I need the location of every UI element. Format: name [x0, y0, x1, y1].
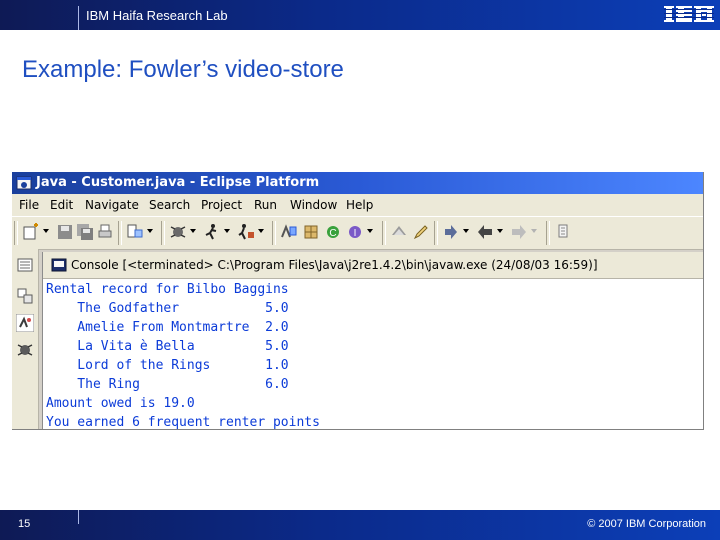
menu-navigate[interactable]: Navigate [85, 198, 139, 212]
copyright: © 2007 IBM Corporation [587, 518, 706, 530]
console-line: The Ring 6.0 [46, 377, 289, 392]
toolbar-separator [161, 221, 165, 245]
chevron-down-icon[interactable] [462, 227, 470, 235]
page-number: 15 [18, 518, 31, 530]
chevron-down-icon[interactable] [496, 227, 504, 235]
svg-text:I: I [354, 228, 357, 239]
menu-file[interactable]: File [19, 198, 39, 212]
menu-search[interactable]: Search [149, 198, 190, 212]
chevron-down-icon[interactable] [530, 227, 538, 235]
console-title: Console [<terminated> C:\Program Files\J… [71, 258, 598, 272]
new-wizard-icon[interactable] [22, 223, 40, 241]
toolbar-separator [546, 221, 550, 245]
toolbar-separator [118, 221, 122, 245]
window-title: Java - Customer.java - Eclipse Platform [36, 175, 320, 190]
chevron-down-icon[interactable] [189, 227, 197, 235]
external-tools-icon[interactable] [237, 223, 255, 241]
new-class-icon[interactable]: C [324, 223, 342, 241]
forward-arrow-icon[interactable] [510, 223, 528, 241]
svg-text:C: C [329, 228, 336, 239]
eclipse-window: Java - Customer.java - Eclipse Platform … [12, 172, 704, 430]
console-line: The Godfather 5.0 [46, 301, 289, 316]
print-icon[interactable] [96, 223, 114, 241]
header-divider [78, 6, 79, 30]
menu-edit[interactable]: Edit [50, 198, 73, 212]
left-toolbar [12, 249, 39, 429]
toolbar: C I [12, 216, 703, 250]
console-line: Rental record for Bilbo Baggins [46, 282, 289, 297]
hierarchy-icon[interactable] [16, 287, 34, 305]
run-icon[interactable] [203, 223, 221, 241]
chevron-down-icon[interactable] [257, 227, 265, 235]
next-annotation-icon[interactable] [442, 223, 460, 241]
pin-icon[interactable] [554, 223, 572, 241]
ibm-logo [664, 6, 714, 22]
chevron-down-icon[interactable] [42, 227, 50, 235]
chevron-down-icon[interactable] [366, 227, 374, 235]
slide-footer: 15 © 2007 IBM Corporation [0, 510, 720, 540]
save-all-icon[interactable] [76, 223, 94, 241]
save-icon[interactable] [56, 223, 74, 241]
eclipse-app-icon [16, 176, 32, 190]
package-explorer-icon[interactable] [16, 256, 34, 274]
console-line: Amelie From Montmartre 2.0 [46, 320, 289, 335]
menu-window[interactable]: Window [290, 198, 337, 212]
footer-divider [78, 510, 79, 524]
java-perspective-icon[interactable] [16, 314, 34, 332]
back-arrow-icon[interactable] [476, 223, 494, 241]
console-line: You earned 6 frequent renter points [46, 415, 320, 430]
menu-run[interactable]: Run [254, 198, 277, 212]
toolbar-separator [434, 221, 438, 245]
new-java-project-icon[interactable] [280, 223, 298, 241]
window-titlebar[interactable]: Java - Customer.java - Eclipse Platform [12, 172, 703, 194]
chevron-down-icon[interactable] [146, 227, 154, 235]
menu-project[interactable]: Project [201, 198, 242, 212]
console-line: Lord of the Rings 1.0 [46, 358, 289, 373]
console-line: La Vita è Bella 5.0 [46, 339, 289, 354]
console-line: Amount owed is 19.0 [46, 396, 195, 411]
open-type-icon[interactable] [126, 223, 144, 241]
toolbar-separator [272, 221, 276, 245]
console-view: Console [<terminated> C:\Program Files\J… [42, 252, 703, 430]
console-tab[interactable]: Console [<terminated> C:\Program Files\J… [43, 252, 703, 279]
new-package-icon[interactable] [302, 223, 320, 241]
new-interface-icon[interactable]: I [346, 223, 364, 241]
open-perspective-icon[interactable] [390, 223, 408, 241]
edit-icon[interactable] [412, 223, 430, 241]
lab-name: IBM Haifa Research Lab [86, 8, 228, 23]
debug-icon[interactable] [169, 223, 187, 241]
menu-bar: File Edit Navigate Search Project Run Wi… [12, 194, 703, 216]
slide-header: IBM Haifa Research Lab [0, 0, 720, 30]
console-icon [51, 258, 67, 272]
console-output[interactable]: Rental record for Bilbo Baggins The Godf… [43, 282, 703, 430]
debug-perspective-icon[interactable] [16, 341, 34, 359]
chevron-down-icon[interactable] [223, 227, 231, 235]
menu-help[interactable]: Help [346, 198, 373, 212]
toolbar-separator [382, 221, 386, 245]
toolbar-separator [14, 221, 18, 245]
slide-title: Example: Fowler’s video-store [22, 56, 344, 83]
